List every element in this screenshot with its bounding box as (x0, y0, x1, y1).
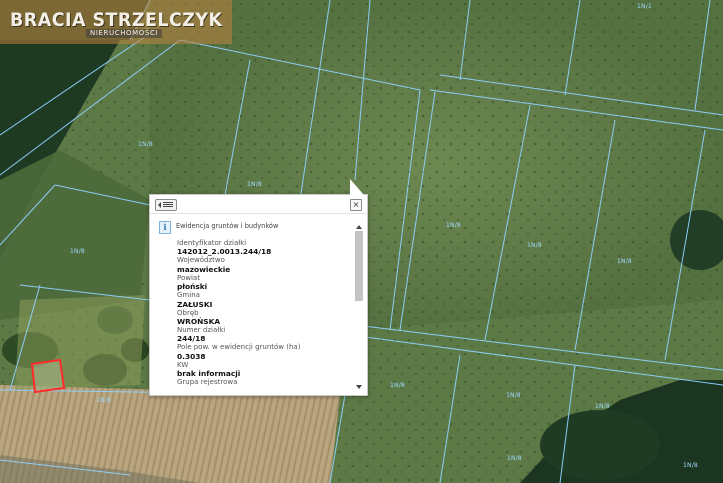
parcel-label: 1N/8 (527, 242, 542, 249)
parcel-label: 1N/8 (247, 181, 262, 188)
scroll-down-icon[interactable] (356, 385, 362, 389)
parcel-info-popup: × i Ewidencja gruntów i budynków Identyf… (149, 179, 368, 396)
field-row: Numer działki 244/18 (177, 326, 352, 343)
field-value: 244/18 (177, 334, 206, 344)
field-value: WROŃSKA (177, 317, 221, 327)
field-value: 0.3038 (177, 351, 206, 361)
parcel-label: 1N/8 (446, 222, 461, 229)
parcel-label: 1N/8 (96, 397, 111, 404)
field-row: Obręb WROŃSKA (177, 309, 352, 326)
field-value: brak informacji (177, 369, 241, 379)
parcel-label: 1N/8 (138, 141, 153, 148)
popup-title: Ewidencja gruntów i budynków (176, 222, 279, 230)
scroll-up-icon[interactable] (356, 225, 362, 229)
parcel-label: 1N/8 (595, 403, 610, 410)
field-label: Identyfikator działki (177, 239, 247, 247)
list-lines-icon (163, 202, 173, 208)
field-row: Gmina ZAŁUSKI (177, 291, 352, 308)
highlighted-parcel[interactable] (30, 358, 66, 394)
field-row: Pole pow. w ewidencji gruntów (ha) 0.3038 (177, 343, 352, 360)
field-label: Województwo (177, 256, 225, 265)
field-row: Grupa rejestrowa (177, 378, 352, 386)
field-row: Województwo mazowieckie (177, 256, 352, 273)
field-label: Numer działki (177, 326, 226, 335)
scroll-thumb[interactable] (355, 231, 363, 301)
field-row: Powiat płoński (177, 274, 352, 291)
parcel-label: 1N/8 (507, 455, 522, 462)
popup-scrollbar[interactable] (355, 225, 363, 391)
logo-tagline: NIERUCHOMOŚCI (86, 29, 163, 38)
field-value: płoński (177, 282, 208, 292)
company-logo: BRACIA STRZELCZYK NIERUCHOMOŚCI (0, 0, 232, 44)
popup-pointer (350, 179, 364, 195)
parcel-label: 1N/8 (506, 392, 521, 399)
field-value: ZAŁUSKI (177, 299, 213, 309)
back-arrow-icon (158, 202, 161, 208)
parcel-label: 1N/8 (390, 382, 405, 389)
field-row: Identyfikator działki 142012_2.0013.244/1… (177, 239, 352, 256)
field-label: Obręb (177, 308, 199, 317)
parcel-label: 1N/8 (70, 248, 85, 255)
parcel-label: 1N/8 (683, 462, 698, 469)
parcel-label: 1N/1 (637, 3, 652, 10)
popup-content[interactable]: Identyfikator działki 142012_2.0013.244/1… (177, 239, 352, 391)
field-label: KW (177, 360, 189, 369)
close-icon[interactable]: × (350, 199, 362, 211)
field-label: Powiat (177, 273, 200, 282)
popup-header: i Ewidencja gruntów i budynków (159, 221, 359, 234)
field-label: Grupa rejestrowa (177, 378, 238, 387)
field-label: Pole pow. w ewidencji gruntów (ha) (177, 343, 301, 352)
info-icon: i (159, 221, 171, 234)
popup-toolbar: × (150, 195, 367, 214)
field-value: mazowieckie (177, 264, 231, 274)
list-icon[interactable] (155, 199, 177, 211)
field-label: Gmina (177, 291, 200, 300)
parcel-label: 1N/8 (617, 258, 632, 265)
field-row: KW brak informacji (177, 361, 352, 378)
logo-name: BRACIA STRZELCZYK (10, 9, 223, 31)
field-value: 142012_2.0013.244/18 (177, 247, 272, 257)
